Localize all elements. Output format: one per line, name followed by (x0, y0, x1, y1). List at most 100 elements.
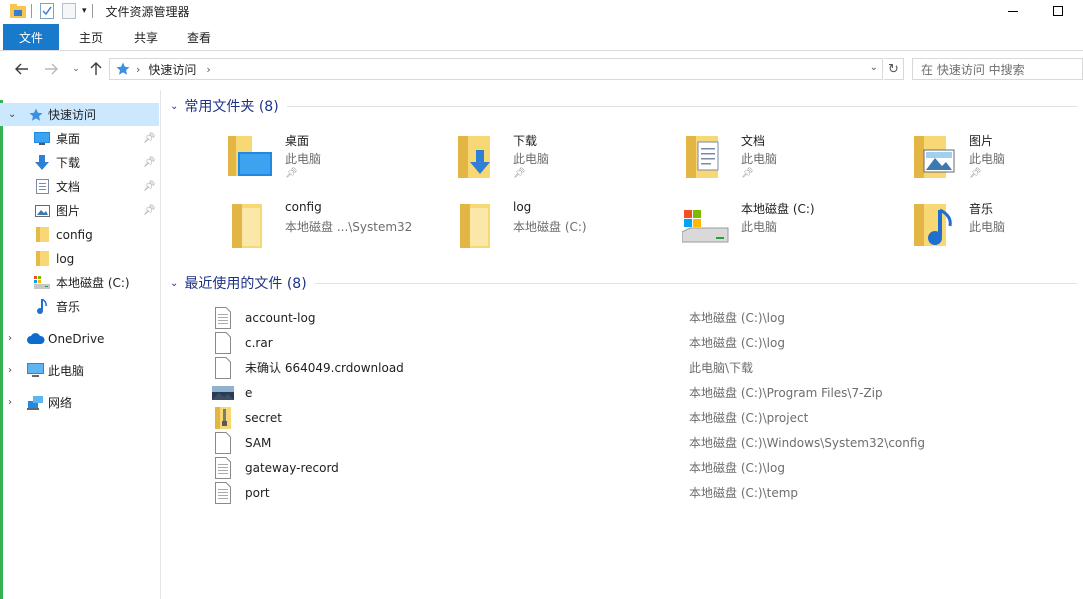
tile-name: 图片 (969, 134, 994, 148)
recent-file-row[interactable]: 未确认 664049.crdownload 此电脑\下载 (206, 355, 1066, 380)
search-placeholder: 在 快速访问 中搜索 (921, 62, 1025, 77)
file-icon (212, 331, 234, 355)
music-folder-icon (906, 198, 962, 254)
recent-files-header[interactable]: ⌄ 最近使用的文件 (8) (162, 272, 1077, 294)
tile-name: 文档 (741, 134, 766, 148)
expand-chevron-icon[interactable]: ⌄ (8, 109, 16, 120)
tile-log[interactable]: log 本地磁盘 (C:) (450, 198, 670, 258)
tile-name: config (285, 200, 322, 214)
nav-item-desktop[interactable]: 桌面 📌︎ (0, 127, 159, 150)
nav-label: 本地磁盘 (C:) (56, 276, 130, 290)
tile-pictures[interactable]: 图片 此电脑 📌︎ (906, 130, 1083, 190)
recent-file-row[interactable]: port 本地磁盘 (C:)\temp (206, 480, 1066, 505)
music-note-icon (37, 299, 48, 314)
new-folder-icon[interactable] (62, 3, 76, 19)
picture-icon (35, 204, 50, 217)
refresh-button[interactable]: ↻ (884, 58, 904, 80)
file-path: 本地磁盘 (C:)\log (689, 311, 785, 325)
breadcrumb-chevron-icon[interactable]: › (206, 63, 210, 76)
window-title: 文件资源管理器 (105, 4, 190, 19)
file-path: 本地磁盘 (C:)\temp (689, 486, 799, 500)
star-icon (29, 108, 43, 122)
minimize-icon (1008, 10, 1018, 12)
navigation-pane[interactable]: ⌄ 快速访问 桌面 📌︎ 下载 📌︎ 文档 📌︎ 图片 📌︎ config lo… (0, 90, 161, 599)
up-button[interactable] (87, 60, 105, 78)
forward-button[interactable] (42, 60, 60, 78)
nav-item-local-disk[interactable]: 本地磁盘 (C:) (0, 271, 159, 294)
nav-label: 网络 (48, 396, 73, 410)
refresh-icon: ↻ (888, 61, 899, 77)
group-divider (286, 105, 1077, 107)
drive-icon (34, 276, 50, 289)
pin-icon[interactable]: 📌︎ (143, 205, 156, 216)
tile-desktop[interactable]: 桌面 此电脑 📌︎ (222, 130, 442, 190)
nav-label: OneDrive (48, 331, 105, 346)
collapse-chevron-icon[interactable]: ⌄ (170, 101, 178, 112)
breadcrumb-chevron-icon[interactable]: › (136, 63, 140, 76)
nav-item-onedrive[interactable]: › OneDrive (0, 327, 159, 350)
quick-access-star-icon (116, 62, 130, 76)
expand-chevron-icon[interactable]: › (8, 365, 12, 376)
tab-home[interactable]: 主页 (62, 24, 120, 50)
expand-chevron-icon[interactable]: › (8, 397, 12, 408)
pin-icon[interactable]: 📌︎ (143, 157, 156, 168)
pin-icon[interactable]: 📌︎ (143, 181, 156, 192)
address-bar[interactable]: › 快速访问 › ⌄ (109, 58, 883, 80)
explorer-icon[interactable] (10, 4, 26, 18)
zip-folder-icon (212, 406, 234, 430)
tile-documents[interactable]: 文档 此电脑 📌︎ (678, 130, 898, 190)
tile-downloads[interactable]: 下载 此电脑 📌︎ (450, 130, 670, 190)
cloud-icon (27, 333, 45, 344)
customize-toolbar-icon[interactable]: ▾ (82, 6, 87, 16)
breadcrumb-location[interactable]: 快速访问 (148, 61, 196, 78)
recent-file-row[interactable]: account-log 本地磁盘 (C:)\log (206, 305, 1066, 330)
nav-item-documents[interactable]: 文档 📌︎ (0, 175, 159, 198)
frequent-folders-header[interactable]: ⌄ 常用文件夹 (8) (162, 95, 1077, 117)
address-dropdown-icon[interactable]: ⌄ (870, 62, 878, 73)
tile-music[interactable]: 音乐 此电脑 (906, 198, 1083, 258)
nav-label: 图片 (56, 204, 81, 218)
recent-file-row[interactable]: c.rar 本地磁盘 (C:)\log (206, 330, 1066, 355)
network-icon (27, 395, 44, 410)
pin-icon[interactable]: 📌︎ (969, 168, 982, 179)
tab-share[interactable]: 共享 (120, 24, 172, 50)
recent-file-row[interactable]: SAM 本地磁盘 (C:)\Windows\System32\config (206, 430, 1066, 455)
pin-icon[interactable]: 📌︎ (513, 168, 526, 179)
expand-chevron-icon[interactable]: › (8, 333, 12, 344)
nav-label: 快速访问 (48, 108, 97, 122)
search-input[interactable]: 在 快速访问 中搜索 (912, 58, 1083, 80)
nav-item-log[interactable]: log (0, 247, 159, 270)
tab-view[interactable]: 查看 (172, 24, 226, 50)
computer-icon (27, 363, 44, 378)
collapse-chevron-icon[interactable]: ⌄ (170, 278, 178, 289)
minimize-button[interactable] (990, 0, 1036, 22)
pin-icon[interactable]: 📌︎ (741, 168, 754, 179)
pin-icon[interactable]: 📌︎ (143, 133, 156, 144)
recent-file-row[interactable]: gateway-record 本地磁盘 (C:)\log (206, 455, 1066, 480)
group-title: 常用文件夹 (8) (184, 99, 279, 115)
folder-icon (36, 251, 49, 266)
nav-item-network[interactable]: › 网络 (0, 391, 159, 414)
recent-locations-button[interactable]: ⌄ (67, 60, 85, 78)
pin-icon[interactable]: 📌︎ (285, 168, 298, 179)
tile-location: 此电脑 (285, 152, 322, 166)
maximize-button[interactable] (1035, 0, 1081, 22)
nav-item-downloads[interactable]: 下载 📌︎ (0, 151, 159, 174)
recent-file-row[interactable]: e 本地磁盘 (C:)\Program Files\7-Zip (206, 380, 1066, 405)
properties-icon[interactable] (40, 3, 54, 19)
nav-item-this-pc[interactable]: › 此电脑 (0, 359, 159, 382)
back-button[interactable] (13, 60, 31, 78)
recent-file-row[interactable]: secret 本地磁盘 (C:)\project (206, 405, 1066, 430)
tile-local-disk[interactable]: 本地磁盘 (C:) 此电脑 (678, 198, 898, 258)
nav-label: 桌面 (56, 132, 81, 146)
tab-file[interactable]: 文件 (3, 24, 59, 50)
nav-item-quick-access[interactable]: ⌄ 快速访问 (0, 103, 159, 126)
nav-label: 下载 (56, 156, 81, 170)
tile-config[interactable]: config 本地磁盘 ...\System32 (222, 198, 442, 258)
tile-location: 此电脑 (969, 220, 1006, 234)
nav-item-pictures[interactable]: 图片 📌︎ (0, 199, 159, 222)
nav-item-config[interactable]: config (0, 223, 159, 246)
drive-icon (678, 198, 734, 254)
nav-item-music[interactable]: 音乐 (0, 295, 159, 318)
file-name: 未确认 664049.crdownload (245, 361, 404, 375)
